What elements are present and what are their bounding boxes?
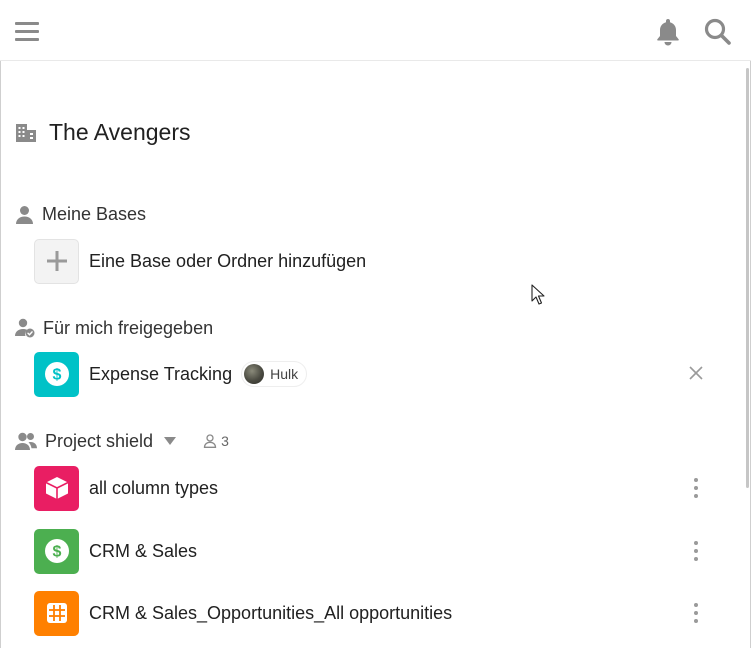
remove-shared-base-button[interactable] — [686, 363, 706, 383]
more-vertical-icon — [694, 541, 698, 561]
hamburger-icon — [15, 22, 39, 41]
scrollbar[interactable] — [745, 62, 750, 648]
dollar-icon: $ — [44, 362, 69, 386]
svg-text:$: $ — [52, 367, 61, 384]
more-options-button[interactable] — [692, 602, 700, 624]
add-base-button[interactable]: Eine Base oder Ordner hinzufügen — [34, 238, 714, 284]
hamburger-menu-button[interactable] — [14, 18, 42, 46]
notifications-button[interactable] — [654, 17, 682, 47]
base-row-crm-sales-opportunities[interactable]: CRM & Sales_Opportunities_All opportunit… — [34, 590, 714, 636]
section-my-bases: Meine Bases — [15, 202, 146, 226]
owner-name: Hulk — [270, 366, 299, 382]
base-icon-tile[interactable]: $ — [34, 528, 79, 574]
base-icon-tile[interactable] — [34, 590, 79, 636]
base-name[interactable]: Expense Tracking — [89, 364, 232, 385]
close-icon — [689, 366, 703, 380]
team-title: The Avengers — [49, 118, 191, 145]
more-vertical-icon — [694, 603, 698, 623]
more-options-button[interactable] — [692, 477, 700, 499]
base-row-all-column-types[interactable]: all column types — [34, 465, 714, 511]
search-button[interactable] — [703, 17, 733, 47]
user-shared-icon — [15, 318, 35, 338]
base-icon-tile[interactable]: $ — [34, 351, 79, 397]
search-icon — [704, 18, 731, 45]
scrollbar-thumb[interactable] — [746, 68, 749, 488]
section-shared-with-me: Für mich freigegeben — [15, 316, 213, 340]
section-label-group: Project shield — [45, 430, 154, 451]
bell-icon — [657, 19, 679, 46]
owner-chip: Hulk — [241, 361, 308, 387]
base-name[interactable]: all column types — [89, 478, 218, 499]
more-vertical-icon — [694, 478, 698, 498]
section-label-my-bases: Meine Bases — [42, 203, 147, 224]
base-name[interactable]: CRM & Sales — [89, 541, 197, 562]
top-bar — [0, 0, 751, 61]
box-icon — [45, 477, 68, 499]
group-icon — [15, 432, 37, 450]
user-icon — [16, 205, 33, 224]
dollar-icon: $ — [44, 539, 69, 563]
section-label-shared: Für mich freigegeben — [43, 317, 214, 338]
member-count-value: 3 — [221, 433, 229, 449]
member-icon — [203, 434, 217, 448]
svg-text:$: $ — [52, 544, 61, 561]
more-options-button[interactable] — [692, 540, 700, 562]
base-row-expense-tracking[interactable]: $ Expense Tracking Hulk — [34, 351, 714, 397]
add-base-tile[interactable] — [34, 238, 79, 284]
member-count[interactable]: 3 — [203, 433, 229, 449]
add-base-label[interactable]: Eine Base oder Ordner hinzufügen — [89, 251, 366, 272]
building-icon — [16, 124, 36, 142]
avatar — [244, 364, 265, 384]
base-icon-tile[interactable] — [34, 465, 79, 511]
mouse-cursor-icon — [531, 284, 545, 305]
caret-down-icon[interactable] — [163, 436, 177, 446]
team-header: The Avengers — [15, 116, 191, 148]
base-row-crm-sales[interactable]: $ CRM & Sales — [34, 528, 714, 574]
base-name[interactable]: CRM & Sales_Opportunities_All opportunit… — [89, 603, 452, 624]
grid-icon — [46, 603, 67, 623]
section-group-project-shield: Project shield 3 — [15, 429, 229, 453]
plus-icon — [46, 251, 67, 271]
